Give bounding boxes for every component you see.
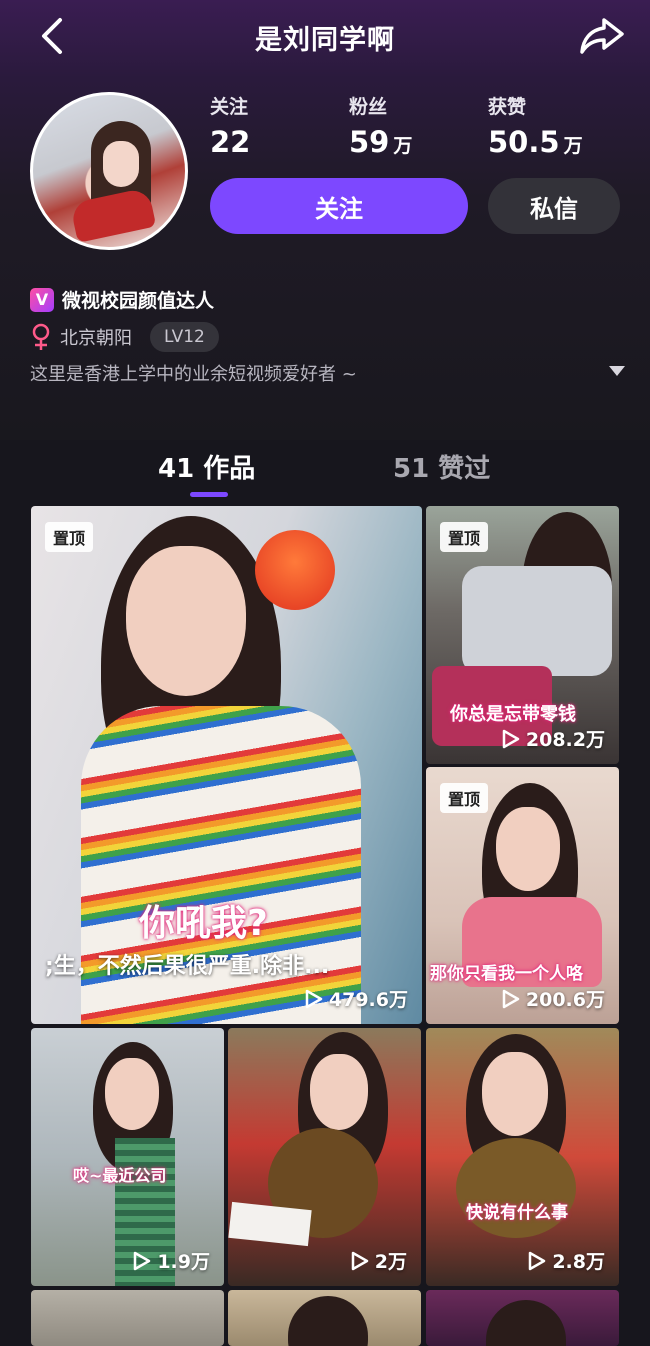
- video-caption: ;生，不然后果很严重.除非...: [45, 954, 330, 979]
- play-count-text: 479.6万: [328, 989, 408, 1011]
- video-tile[interactable]: 置顶 你吼我? ;生，不然后果很严重.除非... 479.6万: [31, 506, 422, 1024]
- play-outline-icon: [502, 729, 520, 748]
- play-count: 208.2万: [502, 725, 605, 752]
- play-count-text: 2.8万: [552, 1251, 605, 1273]
- pinned-badge: 置顶: [440, 783, 489, 813]
- tab-works[interactable]: 41 作品: [158, 448, 255, 485]
- stat-unit: 万: [563, 135, 583, 157]
- play-outline-icon: [529, 1251, 546, 1270]
- stat-value: 59: [349, 125, 390, 159]
- tab-label: 赞过: [438, 454, 491, 484]
- tab-label: 作品: [203, 454, 256, 484]
- video-caption: 哎~最近公司: [73, 1166, 167, 1185]
- play-count-text: 208.2万: [525, 729, 605, 751]
- message-button[interactable]: 私信: [488, 178, 620, 234]
- video-tile[interactable]: 置顶 那你只看我一个人咯 200.6万: [426, 767, 619, 1024]
- play-count: 2万: [351, 1247, 407, 1274]
- stat-label: 获赞: [488, 96, 527, 118]
- location-row: 北京朝阳 LV12: [30, 322, 219, 352]
- stat-value: 50.5: [488, 125, 560, 159]
- stat-label: 粉丝: [349, 96, 388, 118]
- play-count: 1.9万: [133, 1247, 210, 1274]
- angry-emoji-icon: [255, 530, 335, 610]
- pinned-badge: 置顶: [440, 522, 489, 552]
- certification: V 微视校园颜值达人: [30, 286, 214, 313]
- share-arrow-icon: [580, 18, 624, 54]
- video-caption: 你总是忘带零钱: [450, 704, 576, 725]
- certification-text: 微视校园颜值达人: [62, 290, 215, 312]
- content-tabs: 41 作品 51 赞过: [0, 448, 650, 498]
- bio-text: 这里是香港上学中的业余短视频爱好者 ~: [30, 364, 357, 385]
- stat-value: 22: [210, 125, 251, 159]
- stat-label: 关注: [210, 96, 249, 118]
- stat-fans[interactable]: 粉丝 59 万: [349, 92, 412, 159]
- follow-button[interactable]: 关注: [210, 178, 468, 234]
- video-tile[interactable]: 哎~最近公司 1.9万: [31, 1028, 224, 1286]
- play-count: 2.8万: [528, 1247, 605, 1274]
- stat-following[interactable]: 关注 22: [210, 92, 254, 159]
- triangle-down-icon[interactable]: [608, 364, 626, 378]
- play-outline-icon: [351, 1251, 369, 1270]
- play-count-text: 2万: [374, 1251, 407, 1273]
- video-tile[interactable]: [426, 1290, 619, 1346]
- tab-count: 51: [393, 454, 430, 484]
- video-tile[interactable]: 快说有什么事 2.8万: [426, 1028, 619, 1286]
- play-outline-icon: [305, 989, 323, 1008]
- page-title: 是刘同学啊: [255, 25, 395, 56]
- play-count-text: 1.9万: [157, 1251, 210, 1273]
- play-outline-icon: [134, 1251, 151, 1270]
- tab-indicator: [190, 492, 228, 497]
- pinned-badge: 置顶: [45, 522, 94, 552]
- play-count: 200.6万: [502, 985, 605, 1012]
- video-tile[interactable]: 置顶 你总是忘带零钱 208.2万: [426, 506, 619, 764]
- female-icon: [32, 323, 50, 350]
- level-badge: LV12: [150, 322, 219, 352]
- tab-count: 41: [158, 454, 195, 484]
- location-text: 北京朝阳: [60, 328, 132, 349]
- play-count: 479.6万: [305, 985, 408, 1012]
- video-tile[interactable]: 2万: [228, 1028, 421, 1286]
- play-count-text: 200.6万: [525, 989, 605, 1011]
- video-tile[interactable]: [228, 1290, 421, 1346]
- top-bar: 是刘同学啊: [0, 0, 650, 76]
- tab-liked[interactable]: 51 赞过: [393, 448, 490, 485]
- video-caption: 那你只看我一个人咯: [430, 964, 583, 984]
- stat-unit: 万: [393, 135, 413, 157]
- avatar[interactable]: [30, 92, 188, 250]
- verified-v-icon: V: [30, 287, 54, 312]
- video-caption: 快说有什么事: [466, 1203, 568, 1223]
- video-tile[interactable]: [31, 1290, 224, 1346]
- stat-likes[interactable]: 获赞 50.5 万: [488, 92, 583, 159]
- play-outline-icon: [502, 989, 520, 1008]
- video-overlay-text: 你吼我?: [139, 903, 268, 944]
- share-button[interactable]: [578, 14, 626, 58]
